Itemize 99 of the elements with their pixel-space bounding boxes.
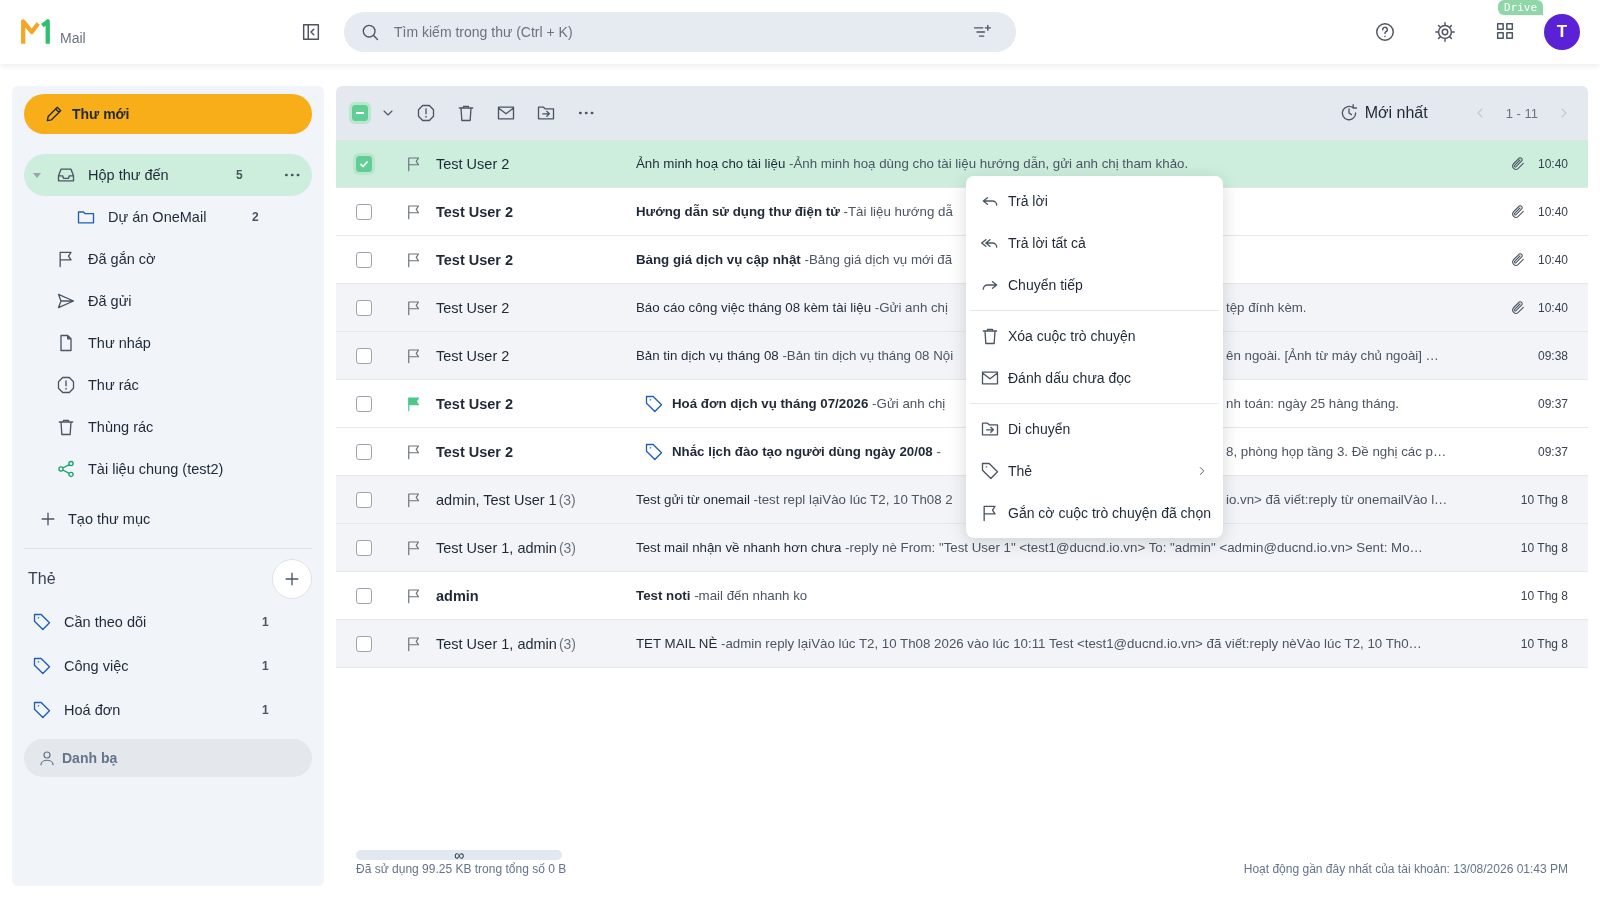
sender-name: Test User 2 (436, 155, 510, 172)
tag-item[interactable]: Cần theo dõi 1 (24, 601, 312, 643)
folder-item[interactable]: Hộp thư đến 5 (24, 154, 312, 196)
share-icon (56, 459, 76, 479)
message-summary: Báo cáo công việc tháng 08 kèm tài liệu -Gửi anh chị (636, 300, 948, 315)
message-summary: Hoá đơn dịch vụ tháng 07/2026 -Gửi anh chị (672, 396, 946, 411)
row-checkbox[interactable] (356, 251, 372, 268)
message-summary: Test gửi từ onemail -test repl lạiVào lúc T2, 10 Th08 2 (636, 492, 953, 507)
row-checkbox[interactable] (356, 155, 372, 172)
tag-icon (32, 612, 52, 632)
message-preview: nh toán: ngày 25 hàng tháng. (1226, 396, 1399, 411)
contacts-button[interactable]: Danh bạ (24, 739, 312, 777)
message-summary: Test mail nhận về nhanh hơn chưa -reply nè From: "Test User 1" <test1@ducnd.io.vn> To: "admin" <admin@ducnd.io.vn> Sent: Mo… (636, 540, 1423, 555)
sender-name: admin (436, 587, 479, 604)
sender-name: Test User 2 (436, 251, 514, 268)
sender-name: Test User 2 (436, 395, 514, 412)
sidebar-toggle-icon[interactable] (300, 21, 322, 43)
search-icon (360, 22, 380, 42)
sender-name: Test User 1, admin (436, 635, 557, 652)
folder-item[interactable]: Thư rác (24, 364, 312, 406)
tags-heading: Thẻ (28, 570, 56, 588)
message-preview: 8, phòng họp tầng 3. Đề nghị các p… (1226, 444, 1447, 459)
email-time: 10 Thg 8 (1520, 492, 1568, 507)
message-summary: Hướng dẫn sử dụng thư điện tử -Tài liệu hướng dẫ (636, 204, 953, 219)
email-time: 10 Thg 8 (1520, 636, 1568, 651)
trash-icon (980, 326, 1000, 346)
folder-item[interactable]: Đã gắn cờ (24, 238, 312, 280)
spam-icon[interactable] (416, 103, 436, 123)
person-icon (38, 749, 56, 767)
thread-count: (3) (558, 635, 576, 652)
pencil-icon (44, 104, 64, 124)
tag-item[interactable]: Công việc 1 (24, 645, 312, 687)
email-time: 10:40 (1537, 156, 1568, 171)
app-name: Mail (60, 30, 86, 48)
row-checkbox[interactable] (356, 203, 372, 220)
sort-button[interactable]: Mới nhất (1332, 102, 1434, 124)
folder-item[interactable]: Đã gửi (24, 280, 312, 322)
message-preview: ên ngoài. [Ảnh từ máy chủ ngoài] … (1226, 348, 1439, 363)
sender-name: admin, Test User 1 (436, 491, 557, 508)
compose-button[interactable]: Thư mới (24, 94, 312, 134)
folder-item[interactable]: Dự án OneMail 2 (24, 196, 312, 238)
email-time: 09:37 (1537, 396, 1568, 411)
alert-icon (56, 375, 76, 395)
avatar[interactable]: T (1544, 14, 1580, 50)
storage-usage: Đã sử dụng 99.25 KB trong tổng số 0 B (356, 862, 567, 876)
page-range: 1 - 11 (1505, 105, 1538, 121)
sender-name: Test User 1, admin (436, 539, 557, 556)
row-checkbox[interactable] (356, 491, 372, 508)
message-summary: Bản tin dịch vụ tháng 08 -Bản tin dịch vụ tháng 08 Nội (636, 348, 954, 363)
trash-icon[interactable] (456, 103, 476, 123)
message-preview: tệp đính kèm. (1226, 300, 1307, 315)
thread-count: (3) (558, 491, 576, 508)
tag-icon (980, 461, 1000, 481)
message-summary: Nhắc lịch đào tạo người dùng ngày 20/08 - (672, 444, 941, 459)
message-summary: Ảnh minh hoạ cho tài liệu -Ảnh minh hoạ dùng cho tài liệu hướng dẫn, gửi anh chị tham khảo. (636, 156, 1189, 171)
row-checkbox[interactable] (356, 395, 372, 412)
search-input[interactable]: Tìm kiếm trong thư (Ctrl + K) (392, 23, 960, 41)
thread-count: (3) (558, 539, 576, 556)
folder-item[interactable]: Thư nháp (24, 322, 312, 364)
row-checkbox[interactable] (356, 347, 372, 364)
row-checkbox[interactable] (356, 443, 372, 460)
row-checkbox[interactable] (356, 299, 372, 316)
row-checkbox[interactable] (356, 539, 372, 556)
row-checkbox[interactable] (356, 587, 372, 604)
sender-name: Test User 2 (436, 347, 510, 364)
trash-icon (56, 417, 76, 437)
sender-name: Test User 2 (436, 299, 510, 316)
new-folder-link[interactable]: Tạo thư mục (24, 498, 151, 540)
last-activity: Hoạt động gần đây nhất của tài khoản: 13/08/2026 01:43 PM (1243, 862, 1568, 876)
email-time: 10:40 (1537, 204, 1568, 219)
search-field[interactable]: Tìm kiếm trong thư (Ctrl + K) (344, 12, 1016, 52)
sender-name: Test User 2 (436, 203, 514, 220)
message-preview: io.vn> đã viết:reply từ onemailVào l… (1226, 492, 1448, 507)
tag-icon (32, 700, 52, 720)
settings-icon[interactable] (1434, 21, 1456, 43)
add-tag-button[interactable] (272, 559, 312, 599)
tag-icon (32, 656, 52, 676)
email-time: 09:37 (1537, 444, 1568, 459)
message-summary: Bảng giá dịch vụ cập nhật -Bảng giá dịch vụ mới đã (636, 252, 953, 267)
email-time: 10 Thg 8 (1520, 588, 1568, 603)
tag-item[interactable]: Hoá đơn 1 (24, 689, 312, 731)
drive-badge: Drive (1498, 0, 1544, 15)
row-checkbox[interactable] (356, 635, 372, 652)
help-icon[interactable] (1374, 21, 1396, 43)
email-row[interactable]: Test User 2 Ảnh minh hoạ cho tài liệu -Ảnh minh hoạ dùng cho tài liệu hướng dẫn, gửi anh chị tham khảo. 10:40 (336, 140, 1588, 188)
email-time: 10 Thg 8 (1520, 540, 1568, 555)
email-row[interactable]: Test User 1, admin(3) Test mail nhận về nhanh hơn chưa -reply nè From: "Test User 1" <test1@ducnd.io.vn> To: "admin" <admin@ducnd.io.vn> Sent: Mo… 10 Thg 8 (336, 524, 1588, 572)
send-icon (56, 291, 76, 311)
message-summary: Test noti -mail đến nhanh ko (636, 588, 808, 603)
email-time: 10:40 (1537, 300, 1568, 315)
sender-name: Test User 2 (436, 443, 514, 460)
folder-item[interactable]: Thùng rác (24, 406, 312, 448)
message-summary: TET MAIL NÈ -admin reply lạiVào lúc T2, 10 Th08 2026 vào lúc 10:11 Test <test1@ducnd.io.vn> đã viết:reply nèVào lúc T2, 10 Th0… (636, 636, 1422, 651)
folder-item[interactable]: Tài liệu chung (test2) (24, 448, 312, 490)
email-time: 10:40 (1537, 252, 1568, 267)
storage-limit: ∞ (454, 850, 464, 860)
email-time: 09:38 (1537, 348, 1568, 363)
email-row[interactable]: Test User 1, admin(3) TET MAIL NÈ -admin reply lạiVào lúc T2, 10 Th08 2026 vào lúc 10:11 Test <test1@ducnd.io.vn> đã viết:reply nèVào lúc T2, 10 Th0… 10 Thg 8 (336, 620, 1588, 668)
select-all-checkbox[interactable] (352, 105, 368, 121)
